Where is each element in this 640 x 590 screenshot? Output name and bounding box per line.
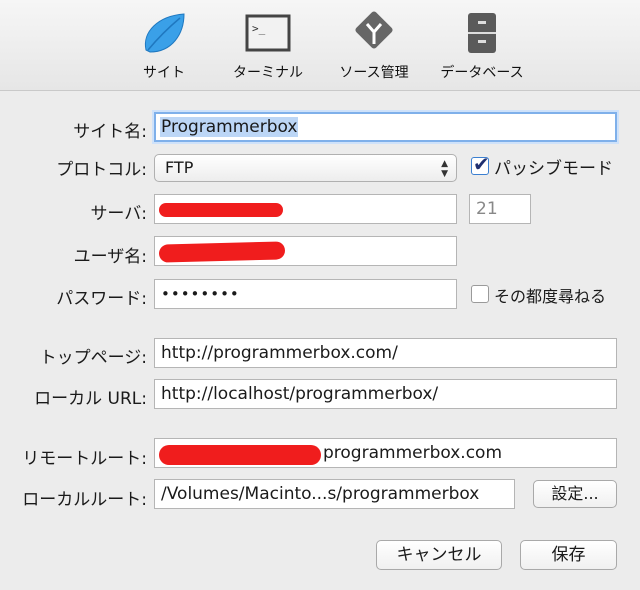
passive-mode-label: パッシブモード — [494, 159, 613, 179]
top-page-input[interactable]: http://programmerbox.com/ — [154, 338, 617, 368]
local-root-input[interactable]: /Volumes/Macinto...s/programmerbox — [154, 479, 515, 509]
password-label: パスワード: — [56, 289, 147, 309]
source-control-icon — [350, 10, 398, 56]
save-button[interactable]: 保存 — [520, 540, 617, 570]
toolbar-label-terminal: ターミナル — [233, 65, 303, 81]
password-value: •••••••• — [161, 285, 240, 303]
ask-every-time-checkbox[interactable] — [471, 285, 489, 303]
select-arrows-icon: ▲ ▼ — [441, 159, 448, 179]
passive-mode-checkbox[interactable]: ✔ — [471, 152, 490, 176]
protocol-label: プロトコル: — [56, 160, 147, 180]
local-root-value: /Volumes/Macinto...s/programmerbox — [161, 484, 480, 504]
toolbar-label-source-control: ソース管理 — [339, 65, 409, 81]
toolbar-item-database[interactable]: データベース — [434, 10, 530, 82]
leaf-icon — [140, 10, 188, 56]
site-name-label: サイト名: — [73, 122, 147, 142]
toolbar-item-site[interactable]: サイト — [134, 10, 194, 82]
checkmark-icon: ✔ — [473, 152, 490, 176]
local-url-input[interactable]: http://localhost/programmerbox/ — [154, 379, 617, 409]
ask-every-time-label: その都度尋ねる — [494, 287, 607, 306]
toolbar: サイト >_ ターミナル ソース管理 データベース — [0, 0, 640, 91]
password-input[interactable]: •••••••• — [154, 279, 457, 309]
toolbar-item-terminal[interactable]: >_ ターミナル — [226, 10, 310, 82]
local-root-settings-button[interactable]: 設定... — [533, 480, 617, 508]
user-name-label: ユーザ名: — [73, 247, 147, 267]
remote-root-input[interactable]: programmerbox.com — [154, 438, 617, 468]
local-root-label: ローカルルート: — [22, 490, 147, 510]
svg-text:>_: >_ — [252, 22, 266, 35]
toolbar-item-source-control[interactable]: ソース管理 — [330, 10, 418, 82]
server-label: サーバ: — [90, 204, 147, 224]
top-page-label: トップページ: — [39, 348, 147, 368]
port-value: 21 — [476, 199, 498, 219]
top-page-value: http://programmerbox.com/ — [161, 343, 398, 363]
remote-root-value: programmerbox.com — [323, 443, 503, 463]
protocol-select[interactable]: FTP ▲ ▼ — [154, 154, 457, 182]
toolbar-label-database: データベース — [440, 65, 524, 81]
redaction-mark — [158, 241, 286, 263]
protocol-value: FTP — [165, 158, 194, 177]
site-name-value: Programmerbox — [160, 117, 299, 137]
database-icon — [458, 10, 506, 56]
local-url-value: http://localhost/programmerbox/ — [161, 384, 439, 404]
redaction-mark — [159, 203, 283, 217]
port-input[interactable]: 21 — [469, 194, 531, 224]
user-name-input[interactable] — [154, 236, 457, 266]
toolbar-label-site: サイト — [143, 65, 185, 81]
cancel-button[interactable]: キャンセル — [376, 540, 502, 570]
local-url-label: ローカル URL: — [34, 389, 147, 409]
remote-root-label: リモートルート: — [22, 449, 147, 469]
site-name-input[interactable]: Programmerbox — [154, 112, 617, 142]
server-input[interactable] — [154, 194, 457, 224]
terminal-icon: >_ — [244, 10, 292, 56]
redaction-mark — [159, 445, 321, 465]
